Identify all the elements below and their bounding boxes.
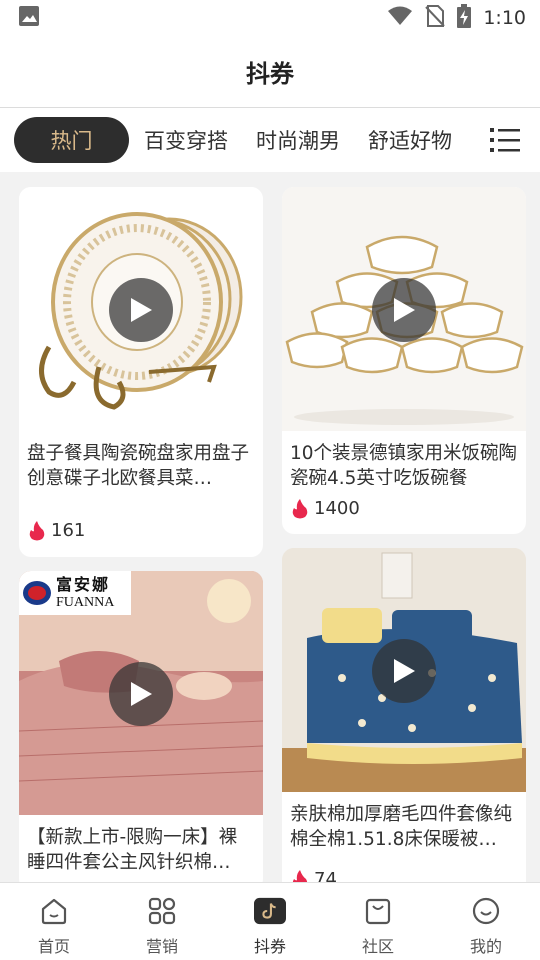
heat-count: 161 bbox=[29, 520, 85, 541]
product-title: 亲肤棉加厚磨毛四件套像纯棉全棉1.51.8床保暖被… bbox=[290, 804, 513, 850]
product-card[interactable]: 富安娜 FUANNA 【新款上市-限购一床】裸睡四件套公主风针织棉… bbox=[19, 571, 263, 891]
product-image bbox=[19, 187, 263, 431]
status-time: 1:10 bbox=[483, 7, 526, 29]
product-image: 富安娜 FUANNA bbox=[19, 571, 263, 815]
product-title: 10个装景德镇家用米饭碗陶瓷碗4.5英寸吃饭碗餐 bbox=[290, 443, 518, 485]
product-title: 【新款上市-限购一床】裸睡四件套公主风针织棉… bbox=[27, 827, 238, 873]
nav-douquan[interactable]: 抖券 bbox=[216, 883, 324, 960]
product-image bbox=[282, 548, 526, 792]
tab-hot[interactable]: 热门 bbox=[14, 117, 129, 163]
heat-count-value: 161 bbox=[51, 520, 86, 541]
product-image bbox=[282, 187, 526, 431]
brand-name-cn: 富安娜 bbox=[56, 574, 111, 594]
title-bar: 抖券 bbox=[0, 36, 540, 108]
brand-logo: 富安娜 FUANNA bbox=[19, 571, 131, 615]
bag-icon bbox=[362, 895, 394, 927]
brand-name-en: FUANNA bbox=[56, 594, 115, 610]
play-button[interactable] bbox=[109, 662, 173, 726]
flame-icon bbox=[29, 520, 45, 540]
nav-label: 抖券 bbox=[253, 937, 286, 956]
flame-icon bbox=[292, 498, 308, 518]
no-sim-icon bbox=[425, 5, 446, 31]
list-menu-icon[interactable] bbox=[490, 127, 520, 153]
nav-community[interactable]: 社区 bbox=[324, 883, 432, 960]
nav-marketing[interactable]: 营销 bbox=[108, 883, 216, 960]
nav-label: 我的 bbox=[469, 937, 502, 956]
tiktok-icon bbox=[254, 895, 286, 927]
status-bar: 1:10 bbox=[0, 0, 540, 36]
play-button[interactable] bbox=[372, 639, 436, 703]
battery-charging-icon bbox=[457, 4, 472, 32]
product-title: 盘子餐具陶瓷碗盘家用盘子创意碟子北欧餐具菜… bbox=[27, 443, 250, 489]
nav-label: 首页 bbox=[37, 937, 70, 956]
nav-label: 社区 bbox=[361, 937, 394, 956]
heat-count-value: 1400 bbox=[314, 498, 360, 519]
category-tabs: 热门 百变穿搭 时尚潮男 舒适好物 bbox=[0, 108, 540, 172]
apps-grid-icon bbox=[146, 895, 178, 927]
tab-mens-fashion[interactable]: 时尚潮男 bbox=[256, 117, 340, 163]
tab-outfits[interactable]: 百变穿搭 bbox=[144, 117, 228, 163]
page-title: 抖券 bbox=[246, 60, 294, 88]
product-card[interactable]: 盘子餐具陶瓷碗盘家用盘子创意碟子北欧餐具菜… 161 bbox=[19, 187, 263, 557]
nav-label: 营销 bbox=[145, 937, 178, 956]
home-icon bbox=[38, 895, 70, 927]
image-icon bbox=[18, 5, 40, 31]
product-card[interactable]: 10个装景德镇家用米饭碗陶瓷碗4.5英寸吃饭碗餐 1400 bbox=[282, 187, 526, 534]
tab-comfort-goods[interactable]: 舒适好物 bbox=[368, 117, 452, 163]
nav-mine[interactable]: 我的 bbox=[432, 883, 540, 960]
nav-home[interactable]: 首页 bbox=[0, 883, 108, 960]
bottom-nav: 首页 营销 抖券 社区 我的 bbox=[0, 882, 540, 960]
play-button[interactable] bbox=[372, 278, 436, 342]
heat-count: 1400 bbox=[292, 498, 360, 519]
play-button[interactable] bbox=[109, 278, 173, 342]
product-card[interactable]: 亲肤棉加厚磨毛四件套像纯棉全棉1.51.8床保暖被… 74 bbox=[282, 548, 526, 898]
smiley-icon bbox=[470, 895, 502, 927]
wifi-icon bbox=[387, 6, 413, 30]
